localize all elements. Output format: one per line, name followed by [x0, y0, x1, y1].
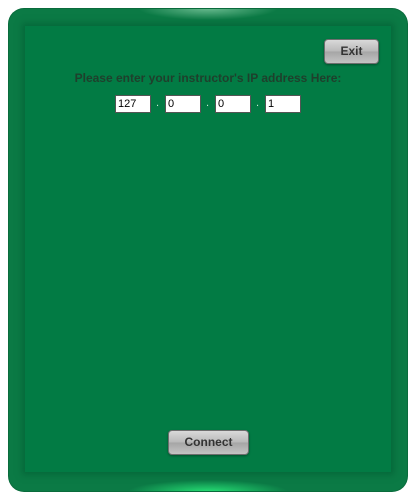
exit-button[interactable]: Exit [324, 39, 379, 64]
ip-prompt-label: Please enter your instructor's IP addres… [74, 71, 342, 85]
ip-octet-3-input[interactable] [215, 95, 251, 113]
instructor-connect-window: Exit Please enter your instructor's IP a… [8, 8, 408, 492]
ip-separator: . [156, 97, 160, 109]
ip-octet-4-input[interactable] [265, 95, 301, 113]
ip-separator: . [206, 97, 210, 109]
ip-separator: . [256, 97, 260, 109]
connect-button[interactable]: Connect [168, 430, 249, 455]
ip-octet-1-input[interactable] [115, 95, 151, 113]
ip-octet-2-input[interactable] [165, 95, 201, 113]
content-panel [25, 26, 391, 472]
